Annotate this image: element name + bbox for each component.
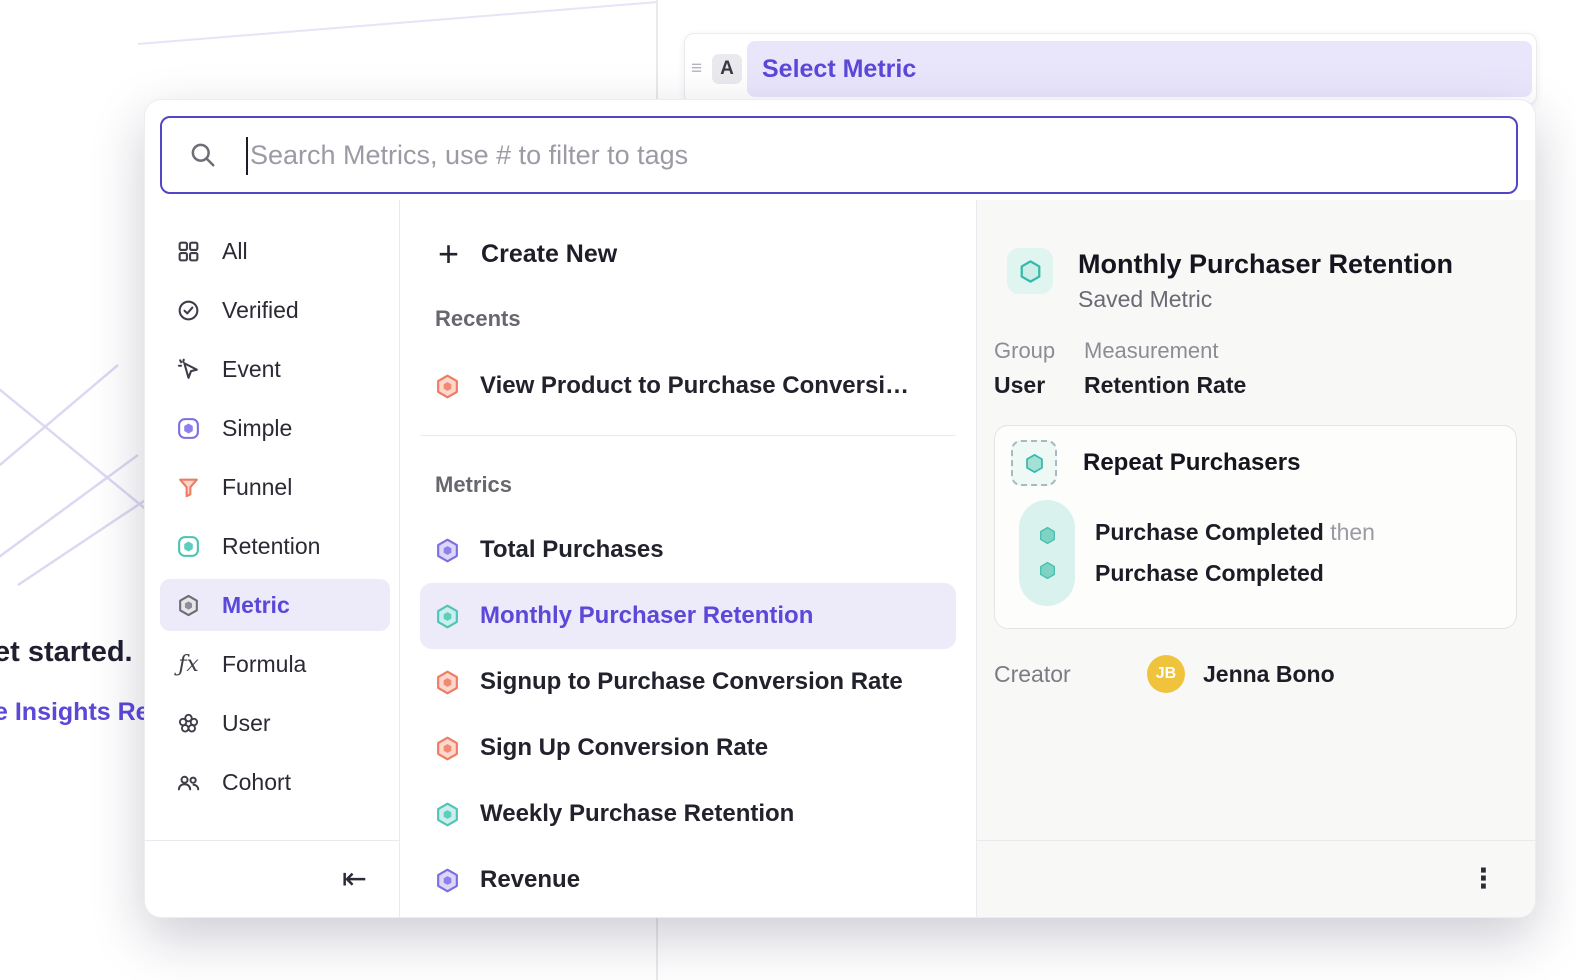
sidebar-item-label: Formula — [222, 651, 306, 678]
sidebar-item-label: Cohort — [222, 769, 291, 796]
retention-metric-icon — [434, 603, 461, 630]
recent-item[interactable]: View Product to Purchase Conversi… — [420, 354, 956, 418]
sidebar-item-label: User — [222, 710, 271, 737]
recent-item-label: View Product to Purchase Conversi… — [480, 372, 909, 400]
cursor-event-icon — [176, 357, 201, 382]
verified-badge-icon — [176, 298, 201, 323]
detail-meta: Group User Measurement Retention Rate — [994, 338, 1535, 398]
background-report-link[interactable]: e Insights Re — [0, 698, 150, 727]
collapse-sidebar-icon[interactable]: ⇤ — [342, 862, 367, 897]
metric-item-sign-up-conversion-rate[interactable]: Sign Up Conversion Rate — [420, 715, 956, 781]
query-builder-row: ≡ A Select Metric — [684, 33, 1537, 105]
sidebar-item-label: Metric — [222, 592, 290, 619]
creator-label: Creator — [994, 661, 1147, 688]
retention-metric-icon — [434, 801, 461, 828]
funnel-metric-icon — [434, 735, 461, 762]
metric-detail-panel: Monthly Purchaser Retention Saved Metric… — [977, 200, 1535, 917]
sidebar-item-user[interactable]: User — [160, 697, 390, 749]
detail-subtitle: Saved Metric — [1078, 286, 1453, 313]
metric-item-weekly-purchase-retention[interactable]: Weekly Purchase Retention — [420, 781, 956, 847]
metric-picker-modal: All Verified Event — [145, 100, 1535, 917]
sidebar-item-event[interactable]: Event — [160, 343, 390, 395]
step-hexagon-icon — [1037, 560, 1058, 581]
retention-metric-icon — [1007, 248, 1053, 294]
select-metric-field[interactable]: Select Metric — [747, 41, 1532, 97]
sidebar-item-cohort[interactable]: Cohort — [160, 756, 390, 808]
sidebar-item-label: Funnel — [222, 474, 292, 501]
formula-fx-icon: ƒx — [176, 652, 201, 677]
avatar: JB — [1147, 655, 1185, 693]
funnel-steps-text: Purchase Completed then Purchase Complet… — [1095, 500, 1375, 606]
sidebar-item-simple[interactable]: Simple — [160, 402, 390, 454]
search-input[interactable] — [162, 118, 1516, 192]
cohort-people-icon — [176, 770, 201, 795]
group-label: Group — [994, 338, 1084, 364]
metrics-header: Metrics — [435, 472, 976, 498]
metric-item-label: Revenue — [480, 866, 580, 894]
create-new-button[interactable]: + Create New — [438, 232, 976, 276]
retention-icon — [176, 534, 201, 559]
plus-icon: + — [438, 236, 459, 272]
simple-metric-icon — [176, 416, 201, 441]
metric-hexagon-icon — [176, 593, 201, 618]
select-metric-label: Select Metric — [762, 55, 916, 84]
metric-item-label: Signup to Purchase Conversion Rate — [480, 668, 903, 696]
sidebar-footer: ⇤ — [145, 840, 399, 917]
list-divider — [420, 435, 956, 436]
sidebar-item-label: Simple — [222, 415, 292, 442]
saved-metric-card: Repeat Purchasers Purchase Completed the… — [994, 425, 1517, 629]
metric-list: + Create New Recents View Product to Pur… — [400, 200, 977, 917]
search-box — [160, 116, 1518, 194]
funnel-metric-icon — [434, 373, 461, 400]
funnel-step-1: Purchase Completed then — [1095, 512, 1375, 553]
metric-item-label: Weekly Purchase Retention — [480, 800, 794, 828]
funnel-metric-icon — [434, 669, 461, 696]
sidebar-item-all[interactable]: All — [160, 225, 390, 277]
sidebar-item-verified[interactable]: Verified — [160, 284, 390, 336]
saved-metric-card-title: Repeat Purchasers — [1083, 449, 1300, 477]
sidebar-item-retention[interactable]: Retention — [160, 520, 390, 572]
funnel-step-2: Purchase Completed — [1095, 553, 1375, 594]
background-heading-fragment: et started. — [0, 636, 133, 669]
create-new-label: Create New — [481, 240, 617, 269]
funnel-steps-icon — [1019, 500, 1075, 606]
sidebar-item-label: All — [222, 238, 248, 265]
detail-footer: ⋮ — [977, 840, 1535, 917]
metric-item-total-purchases[interactable]: Total Purchases — [420, 517, 956, 583]
measurement-label: Measurement — [1084, 338, 1246, 364]
metric-item-label: Monthly Purchaser Retention — [480, 602, 813, 630]
detail-title: Monthly Purchaser Retention — [1078, 248, 1453, 280]
metric-item-monthly-purchaser-retention[interactable]: Monthly Purchaser Retention — [420, 583, 956, 649]
grid-icon — [176, 239, 201, 264]
simple-metric-icon — [434, 537, 461, 564]
simple-metric-icon — [434, 867, 461, 894]
app-background: et started. e Insights Re ≡ A Select Met… — [0, 0, 1576, 980]
sidebar-item-funnel[interactable]: Funnel — [160, 461, 390, 513]
creator-row: Creator JB Jenna Bono — [994, 655, 1535, 693]
metric-item-revenue[interactable]: Revenue — [420, 847, 956, 913]
filter-sidebar: All Verified Event — [145, 200, 400, 917]
decorative-top-line — [130, 0, 660, 50]
metric-item-label: Sign Up Conversion Rate — [480, 734, 768, 762]
metric-item-label: Total Purchases — [480, 536, 664, 564]
funnel-icon — [176, 475, 201, 500]
more-options-icon[interactable]: ⋮ — [1470, 864, 1497, 895]
drag-handle-icon[interactable]: ≡ — [691, 58, 702, 80]
recents-header: Recents — [435, 306, 976, 332]
step-hexagon-icon — [1037, 525, 1058, 546]
repeat-purchasers-icon — [1011, 440, 1057, 486]
sidebar-item-formula[interactable]: ƒx Formula — [160, 638, 390, 690]
sidebar-item-metric[interactable]: Metric — [160, 579, 390, 631]
measurement-value: Retention Rate — [1084, 372, 1246, 398]
sidebar-item-label: Retention — [222, 533, 320, 560]
metric-item-signup-to-purchase-conversion-rate[interactable]: Signup to Purchase Conversion Rate — [420, 649, 956, 715]
user-flower-icon — [176, 711, 201, 736]
row-letter-badge: A — [712, 54, 742, 84]
detail-header: Monthly Purchaser Retention Saved Metric — [1007, 248, 1535, 313]
sidebar-item-label: Event — [222, 356, 281, 383]
creator-name: Jenna Bono — [1203, 661, 1335, 688]
sidebar-item-label: Verified — [222, 297, 299, 324]
group-value: User — [994, 372, 1084, 398]
